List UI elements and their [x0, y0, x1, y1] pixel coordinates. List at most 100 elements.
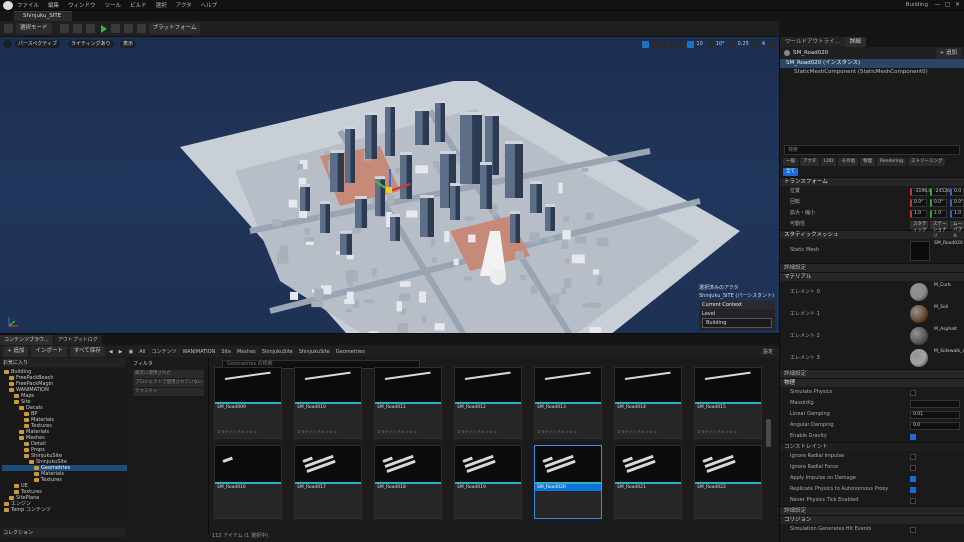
details-filter[interactable]: その他 [838, 158, 858, 166]
tab-details[interactable]: 詳細 [844, 37, 866, 47]
asset-tile[interactable]: SM_Road009 スタティックメッシュ [214, 367, 282, 439]
material-sphere-icon[interactable] [910, 283, 928, 301]
scale-x[interactable]: 1.0 [910, 209, 927, 218]
breadcrumb-item[interactable]: All [139, 349, 145, 355]
asset-tile[interactable]: SM_Road022スタティックメッシュ [694, 445, 762, 519]
breadcrumb-item[interactable]: ShinjukuSite [262, 349, 293, 355]
blueprint-icon[interactable] [72, 24, 82, 33]
add-button[interactable]: + 追加 [3, 346, 29, 357]
location-y[interactable]: -24526. [930, 187, 951, 196]
material-sphere-icon[interactable] [910, 349, 928, 367]
perspective-button[interactable]: パースペクティブ [15, 40, 61, 48]
rotation-y[interactable]: 0.0° [930, 198, 947, 207]
breadcrumb-item[interactable]: Site [221, 349, 231, 355]
collections-header[interactable]: コレクション [3, 528, 125, 537]
asset-tile[interactable]: SM_Road018スタティックメッシュ [374, 445, 442, 519]
tree-item[interactable]: Temp コンテンツ [2, 507, 127, 513]
tab-content-browser[interactable]: コンテンツブラウ... [0, 334, 53, 345]
asset-tile[interactable]: SM_Road015 スタティックメッシュ [694, 367, 762, 439]
physics-checkbox[interactable] [910, 433, 916, 440]
breadcrumb-item[interactable]: WANIMATION [182, 349, 215, 355]
details-filter[interactable]: 物理 [859, 158, 875, 166]
asset-tile[interactable]: SM_Road014 スタティックメッシュ [614, 367, 682, 439]
level-dropdown[interactable]: Building [702, 318, 772, 328]
filter-all[interactable]: 全て [783, 168, 798, 176]
details-filter[interactable]: アクタ [800, 158, 820, 166]
city-scene[interactable] [180, 81, 740, 333]
section-advanced[interactable]: 詳細設定 [780, 263, 964, 272]
actor-name[interactable]: SM_Road020 [793, 50, 933, 56]
asset-tile[interactable]: SM_Road020スタティックメッシュ [534, 445, 602, 519]
section-physics[interactable]: 物理 [780, 378, 964, 387]
settings-button[interactable]: 設定 [763, 348, 773, 355]
material-name[interactable]: M_Asphalt [934, 327, 957, 333]
asset-tile[interactable]: SM_Road013 スタティックメッシュ [534, 367, 602, 439]
level-viewport[interactable]: パースペクティブ ライティングあり 表示 10 10° 0.25 4 選択済みの… [0, 37, 779, 333]
maximize-icon[interactable]: □ [943, 1, 952, 9]
details-filter[interactable]: Rendering [876, 158, 906, 166]
section-transform[interactable]: トランスフォーム [780, 177, 964, 186]
grid-snap-value[interactable]: 10 [696, 41, 702, 47]
import-button[interactable]: インポート [31, 346, 67, 357]
filter-item[interactable]: プロジェクトで使用されていない [133, 379, 204, 387]
location-x[interactable]: -3196.0 [910, 187, 931, 196]
section-materials[interactable]: マテリアル [780, 272, 964, 281]
close-icon[interactable]: ✕ [953, 1, 962, 9]
rotation-z[interactable]: 0.0° [950, 198, 964, 207]
asset-tile[interactable]: SM_Road010 スタティックメッシュ [294, 367, 362, 439]
asset-tile[interactable]: SM_Road011 スタティックメッシュ [374, 367, 442, 439]
physics-value[interactable] [910, 399, 960, 408]
menu-item[interactable]: ツール [105, 1, 122, 9]
scale-snap-icon[interactable] [728, 40, 736, 48]
physics-checkbox[interactable] [910, 486, 916, 493]
menu-item[interactable]: アクタ [176, 1, 192, 9]
world-space-icon[interactable] [678, 40, 686, 48]
tab-world-outliner[interactable]: ワールドアウトライ... [780, 37, 845, 47]
material-sphere-icon[interactable] [910, 327, 928, 345]
menu-item[interactable]: ファイル [17, 1, 39, 9]
rotation-snap-icon[interactable] [706, 40, 714, 48]
asset-tile[interactable]: SM_Road012 スタティックメッシュ [454, 367, 522, 439]
level-tab[interactable]: Shinjuku_SITE [14, 11, 72, 21]
folder-icon[interactable]: ▣ [129, 349, 134, 355]
scale-y[interactable]: 1.0 [930, 209, 947, 218]
tab-output-log[interactable]: アウトプットログ [53, 334, 102, 345]
menu-item[interactable]: ウィンドウ [68, 1, 96, 9]
menu-item[interactable]: 編集 [48, 1, 59, 9]
show-button[interactable]: 表示 [120, 40, 137, 48]
play-icon[interactable] [100, 24, 107, 33]
material-sphere-icon[interactable] [910, 305, 928, 323]
asset-tile[interactable]: SM_Road016スタティックメッシュ [214, 445, 282, 519]
minimize-icon[interactable]: — [933, 1, 942, 9]
asset-tile[interactable]: SM_Road017スタティックメッシュ [294, 445, 362, 519]
platform-button[interactable]: プラットフォーム [148, 23, 201, 34]
breadcrumb-item[interactable]: Geometries [336, 349, 365, 355]
save-icon[interactable] [4, 24, 13, 33]
forward-icon[interactable]: ▶ [119, 349, 123, 355]
camera-speed-icon[interactable] [752, 40, 760, 48]
unreal-logo-icon[interactable] [3, 1, 13, 10]
menu-item[interactable]: 選択 [156, 1, 167, 9]
add-component-button[interactable]: + 追加 [935, 47, 961, 59]
lighting-button[interactable]: ライティングあり [68, 40, 114, 48]
component-static-mesh[interactable]: StaticMeshComponent (StaticMeshComponent… [780, 68, 964, 77]
section-advanced-2[interactable]: 詳細設定 [780, 369, 964, 378]
mode-select-button[interactable]: 選択モード [16, 23, 52, 34]
material-name[interactable]: M_Sidewalk_a... [934, 349, 964, 355]
stop-icon[interactable] [123, 24, 133, 33]
physics-checkbox[interactable] [910, 389, 916, 396]
mobility-movable[interactable]: ムーバブル [950, 220, 964, 239]
physics-checkbox[interactable] [910, 453, 916, 460]
play-options-icon[interactable] [136, 24, 146, 33]
mesh-name[interactable]: SM_Road020 [934, 241, 963, 247]
select-tool-icon[interactable] [642, 40, 650, 48]
mobility-static[interactable]: スタティック [910, 220, 928, 233]
physics-checkbox[interactable] [910, 475, 916, 482]
breadcrumb-item[interactable]: ShinjukuSite [299, 349, 330, 355]
grid-snap-icon[interactable] [687, 40, 695, 48]
component-instance[interactable]: SM_Road020 (インスタンス) [780, 59, 964, 68]
hit-events-checkbox[interactable] [910, 526, 916, 533]
save-all-button[interactable]: すべて保存 [69, 346, 105, 357]
breadcrumb-item[interactable]: Meshes [237, 349, 256, 355]
section-advanced-3[interactable]: 詳細設定 [780, 506, 964, 515]
